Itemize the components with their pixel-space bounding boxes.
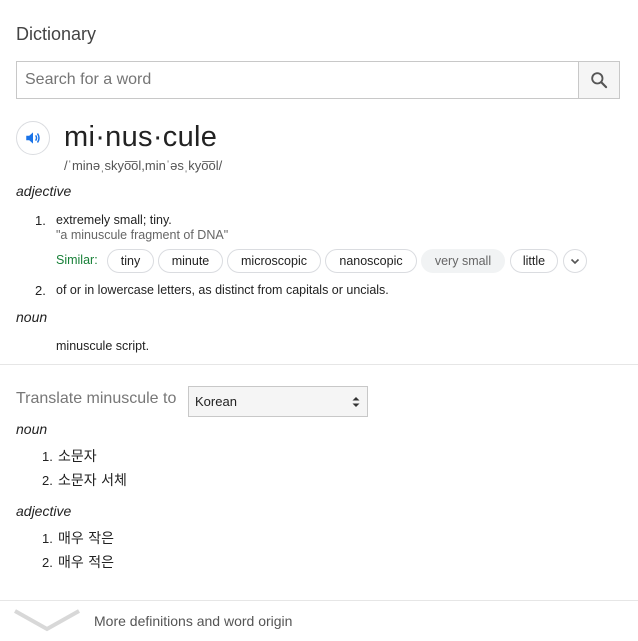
headword: mi·nus·cule [64,121,218,153]
translation-item: 소문자 서체 [58,473,127,489]
similar-chip[interactable]: tiny [107,249,154,273]
search-input[interactable] [17,62,580,98]
similar-label: Similar: [56,253,98,267]
definition-number: 1. [35,213,46,228]
similar-chip[interactable]: microscopic [227,249,321,273]
similar-chip[interactable]: very small [421,249,505,273]
chevron-down-icon [570,258,580,265]
translation-number: 1. [42,449,53,464]
definition-example: "a minuscule fragment of DNA" [56,228,229,242]
pronunciation-button[interactable] [16,121,50,155]
translation-number: 2. [42,473,53,488]
select-arrows-icon [352,397,360,407]
search-box [16,61,620,99]
translation-part-of-speech: adjective [16,503,72,519]
card-title: Dictionary [16,24,97,44]
search-icon [591,72,608,89]
divider [0,364,638,365]
definition-text: of or in lowercase letters, as distinct … [56,283,389,297]
chevron-down-icon [14,609,80,632]
similar-chip[interactable]: minute [158,249,223,273]
language-select-value: Korean [195,394,237,409]
definition-text: minuscule script. [56,339,150,353]
definition-text: extremely small; tiny. [56,213,172,227]
similar-chip[interactable]: nanoscopic [325,249,417,273]
part-of-speech: adjective [16,183,72,199]
translation-item: 매우 적은 [58,555,114,571]
definition-number: 2. [35,283,46,298]
part-of-speech: noun [16,309,48,325]
similar-chip[interactable]: little [510,249,558,273]
translation-part-of-speech: noun [16,421,48,437]
more-similar-button[interactable] [563,249,587,273]
speaker-icon [26,132,40,144]
translation-number: 2. [42,555,53,570]
phonetic-spelling: /ˈminəˌskyo͞ol,minˈəsˌkyo͞ol/ [64,158,223,173]
translation-item: 소문자 [58,449,97,465]
translate-label: Translate minuscule to [16,390,177,407]
language-select[interactable]: Korean [188,386,368,417]
search-button[interactable] [578,62,619,98]
translation-number: 1. [42,531,53,546]
more-definitions-label: More definitions and word origin [94,613,293,629]
translation-item: 매우 작은 [58,531,114,547]
